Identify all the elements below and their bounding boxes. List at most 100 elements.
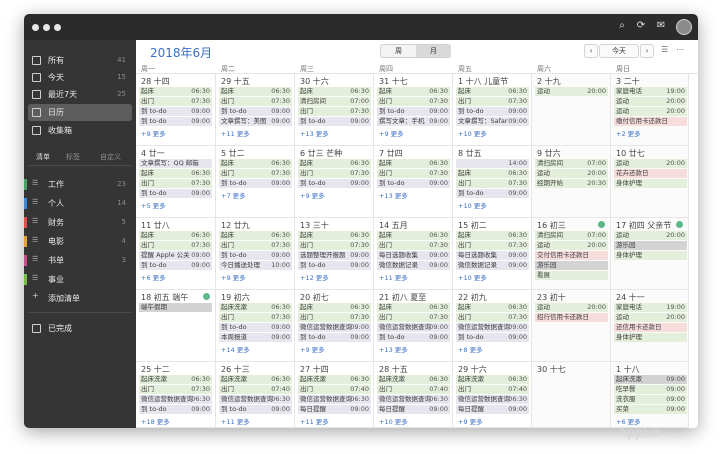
- event-item[interactable]: 身体护理: [614, 179, 687, 188]
- event-item[interactable]: 运动 20:00: [614, 159, 687, 168]
- event-item[interactable]: 出门 07:30: [139, 179, 212, 188]
- sidebar-list-item[interactable]: ☰ 电影 4: [24, 233, 132, 250]
- event-item[interactable]: 微信运营数据查询 09:00: [377, 323, 450, 332]
- event-item[interactable]: 每日选题收集 09:00: [456, 251, 529, 260]
- day-cell[interactable]: 26 十三 起床洗漱 06:30 出门 07:40 微信运营数据查询 06:30 到 to-d…: [216, 362, 295, 428]
- more-events-link[interactable]: +12 更多: [300, 272, 329, 282]
- day-cell[interactable]: 20 初七 起床 06:30 出门 07:30 微信运营数据查询 09:00 到 to-do 0…: [295, 290, 374, 362]
- event-item[interactable]: 本周报道 09:00: [219, 333, 292, 342]
- event-item[interactable]: 起床洗漱 09:00: [614, 375, 687, 384]
- view-month-button[interactable]: 月: [416, 45, 451, 57]
- more-events-link[interactable]: +9 更多: [221, 272, 246, 282]
- more-events-link[interactable]: +9 更多: [141, 128, 166, 138]
- event-item[interactable]: 出门 07:40: [377, 385, 450, 394]
- event-item[interactable]: 到 to-do 09:00: [377, 107, 450, 116]
- event-item[interactable]: 买菜 09:00: [614, 405, 687, 414]
- event-item[interactable]: 起床 06:30: [377, 303, 450, 312]
- day-cell[interactable]: 24 十一 家庭电话 19:00 运动 20:00 还信用卡还款日 身体护理: [611, 290, 689, 362]
- sidebar-item[interactable]: 收集箱: [28, 122, 132, 139]
- day-cell[interactable]: 1 十八 起床洗漱 09:00 吃早餐 09:00 洗衣服 09:00 买菜 09:00 +6 更…: [611, 362, 689, 428]
- event-item[interactable]: 出门 07:30: [377, 97, 450, 106]
- event-item[interactable]: 起床 06:30: [298, 87, 371, 96]
- day-cell[interactable]: 5 廿二 起床 06:30 出门 07:30 到 to-do 09:00 +7 更多: [216, 146, 295, 218]
- event-item[interactable]: 交付信用卡还款日: [535, 251, 608, 260]
- day-cell[interactable]: 10 廿七 运动 20:00 花卉还款日 身体护理: [611, 146, 689, 218]
- event-item[interactable]: 出门 07:30: [377, 169, 450, 178]
- event-item[interactable]: 出门 07:40: [219, 385, 292, 394]
- event-item[interactable]: 起床洗漱 06:30: [219, 303, 292, 312]
- event-item[interactable]: 游乐园: [614, 241, 687, 250]
- event-item[interactable]: 起床 06:30: [298, 231, 371, 240]
- sidebar-item[interactable]: 日历: [28, 104, 132, 121]
- event-item[interactable]: 运动 20:00: [614, 97, 687, 106]
- event-item[interactable]: 起床 06:30: [139, 169, 212, 178]
- more-events-link[interactable]: +11 更多: [221, 416, 250, 426]
- day-cell[interactable]: 4 廿一 文章撰写：QQ 邮箱 起床 06:30 出门 07:30 到 to-do 09:00…: [136, 146, 216, 218]
- event-item[interactable]: 文章撰写：QQ 邮箱: [139, 159, 212, 168]
- more-events-link[interactable]: +10 更多: [458, 200, 487, 210]
- day-cell[interactable]: 1 十八 儿童节 起床 06:30 出门 07:30 到 to-do 09:00 文章撰写：S…: [453, 74, 532, 146]
- avatar[interactable]: [676, 19, 692, 35]
- event-item[interactable]: 缴付信用卡还款日: [614, 117, 687, 126]
- more-events-link[interactable]: +13 更多: [300, 128, 329, 138]
- next-month-button[interactable]: ›: [640, 44, 654, 58]
- sidebar-list-item[interactable]: ☰ 工作 23: [24, 176, 132, 193]
- event-item[interactable]: 端午假期: [139, 303, 212, 312]
- day-cell[interactable]: 14 五月 起床 06:30 出门 07:30 每日选题收集 09:00 微信数据记录 09:0…: [374, 218, 453, 290]
- today-button[interactable]: 今天: [599, 44, 639, 58]
- more-events-link[interactable]: +11 更多: [300, 416, 329, 426]
- event-item[interactable]: 到 to-do 09:00: [298, 261, 371, 270]
- event-item[interactable]: 运动 20:00: [535, 303, 608, 312]
- event-item[interactable]: 每日提醒 09:00: [456, 405, 529, 414]
- day-cell[interactable]: 28 十四 起床 06:30 出门 07:30 到 to-do 09:00 到 to-do 09…: [136, 74, 216, 146]
- event-item[interactable]: 到 to-do 09:00: [139, 117, 212, 126]
- event-item[interactable]: 到 to-do 09:00: [377, 333, 450, 342]
- event-item[interactable]: 出门 07:30: [219, 169, 292, 178]
- event-item[interactable]: 看展: [535, 271, 608, 280]
- event-item[interactable]: 起床 06:30: [139, 231, 212, 240]
- event-item[interactable]: 起床洗漱 06:30: [298, 375, 371, 384]
- event-item[interactable]: 清扫房间 07:00: [535, 159, 608, 168]
- more-events-link[interactable]: +7 更多: [221, 190, 246, 200]
- event-item[interactable]: 还信用卡还款日: [614, 323, 687, 332]
- filter-icon[interactable]: ☰: [661, 45, 668, 54]
- event-item[interactable]: 到 to-do 09:00: [139, 189, 212, 198]
- event-item[interactable]: 到 to-do 09:00: [456, 107, 529, 116]
- event-item[interactable]: 文章撰写：美图 09:00: [219, 117, 292, 126]
- day-cell[interactable]: 3 二十 家庭电话 19:00 运动 20:00 运动 20:00 缴付信用卡还款日 +2 更多: [611, 74, 689, 146]
- event-item[interactable]: 到 to-do 09:00: [219, 323, 292, 332]
- event-item[interactable]: 出门 07:30: [456, 241, 529, 250]
- view-week-button[interactable]: 周: [381, 45, 416, 57]
- event-item[interactable]: 出门 07:30: [456, 313, 529, 322]
- event-item[interactable]: 出门 07:30: [219, 313, 292, 322]
- event-item[interactable]: 微信运营数据查询 06:30: [139, 395, 212, 404]
- event-item[interactable]: 出门 07:30: [298, 313, 371, 322]
- event-item[interactable]: 身体护理: [614, 251, 687, 260]
- sidebar-item[interactable]: 今天 15: [28, 69, 132, 86]
- event-item[interactable]: 起床 06:30: [377, 87, 450, 96]
- event-item[interactable]: 到 to-do 09:00: [298, 117, 371, 126]
- more-events-link[interactable]: +2 更多: [616, 128, 641, 138]
- event-item[interactable]: 花卉还款日: [614, 169, 687, 178]
- day-cell[interactable]: 27 十四 起床洗漱 06:30 出门 07:40 微信运营数据查询 06:30 每日提醒 09…: [295, 362, 374, 428]
- event-item[interactable]: 到 to-do 09:00: [139, 107, 212, 116]
- day-cell[interactable]: 29 十六 起床洗漱 06:30 出门 07:40 微信运营数据查询 06:30 每日提醒 09…: [453, 362, 532, 428]
- sidebar-tab-1[interactable]: 标签: [66, 152, 80, 162]
- day-cell[interactable]: 25 十二 起床洗漱 06:30 出门 07:30 微信运营数据查询 06:30 到 to-d…: [136, 362, 216, 428]
- add-list-button[interactable]: + 添加清单: [28, 290, 132, 307]
- event-item[interactable]: 到 to-do 09:00: [377, 179, 450, 188]
- more-events-link[interactable]: +13 更多: [379, 190, 408, 200]
- prev-month-button[interactable]: ‹: [584, 44, 598, 58]
- event-item[interactable]: 到 to-do 09:00: [219, 107, 292, 116]
- event-item[interactable]: 微信运营数据查询 06:30: [377, 395, 450, 404]
- event-item[interactable]: 家庭电话 19:00: [614, 87, 687, 96]
- event-item[interactable]: 微信运营数据查询 09:00: [298, 323, 371, 332]
- event-item[interactable]: 每日提醒 09:00: [377, 405, 450, 414]
- event-item[interactable]: 起床 06:30: [219, 159, 292, 168]
- event-item[interactable]: 起床洗漱 06:30: [139, 375, 212, 384]
- event-item[interactable]: 到 to-do 09:00: [298, 333, 371, 342]
- event-item[interactable]: 14:00: [456, 159, 529, 168]
- more-events-link[interactable]: +11 更多: [379, 272, 408, 282]
- event-item[interactable]: 微信数据记录 09:00: [456, 261, 529, 270]
- day-cell[interactable]: 2 十九 运动 20:00: [532, 74, 611, 146]
